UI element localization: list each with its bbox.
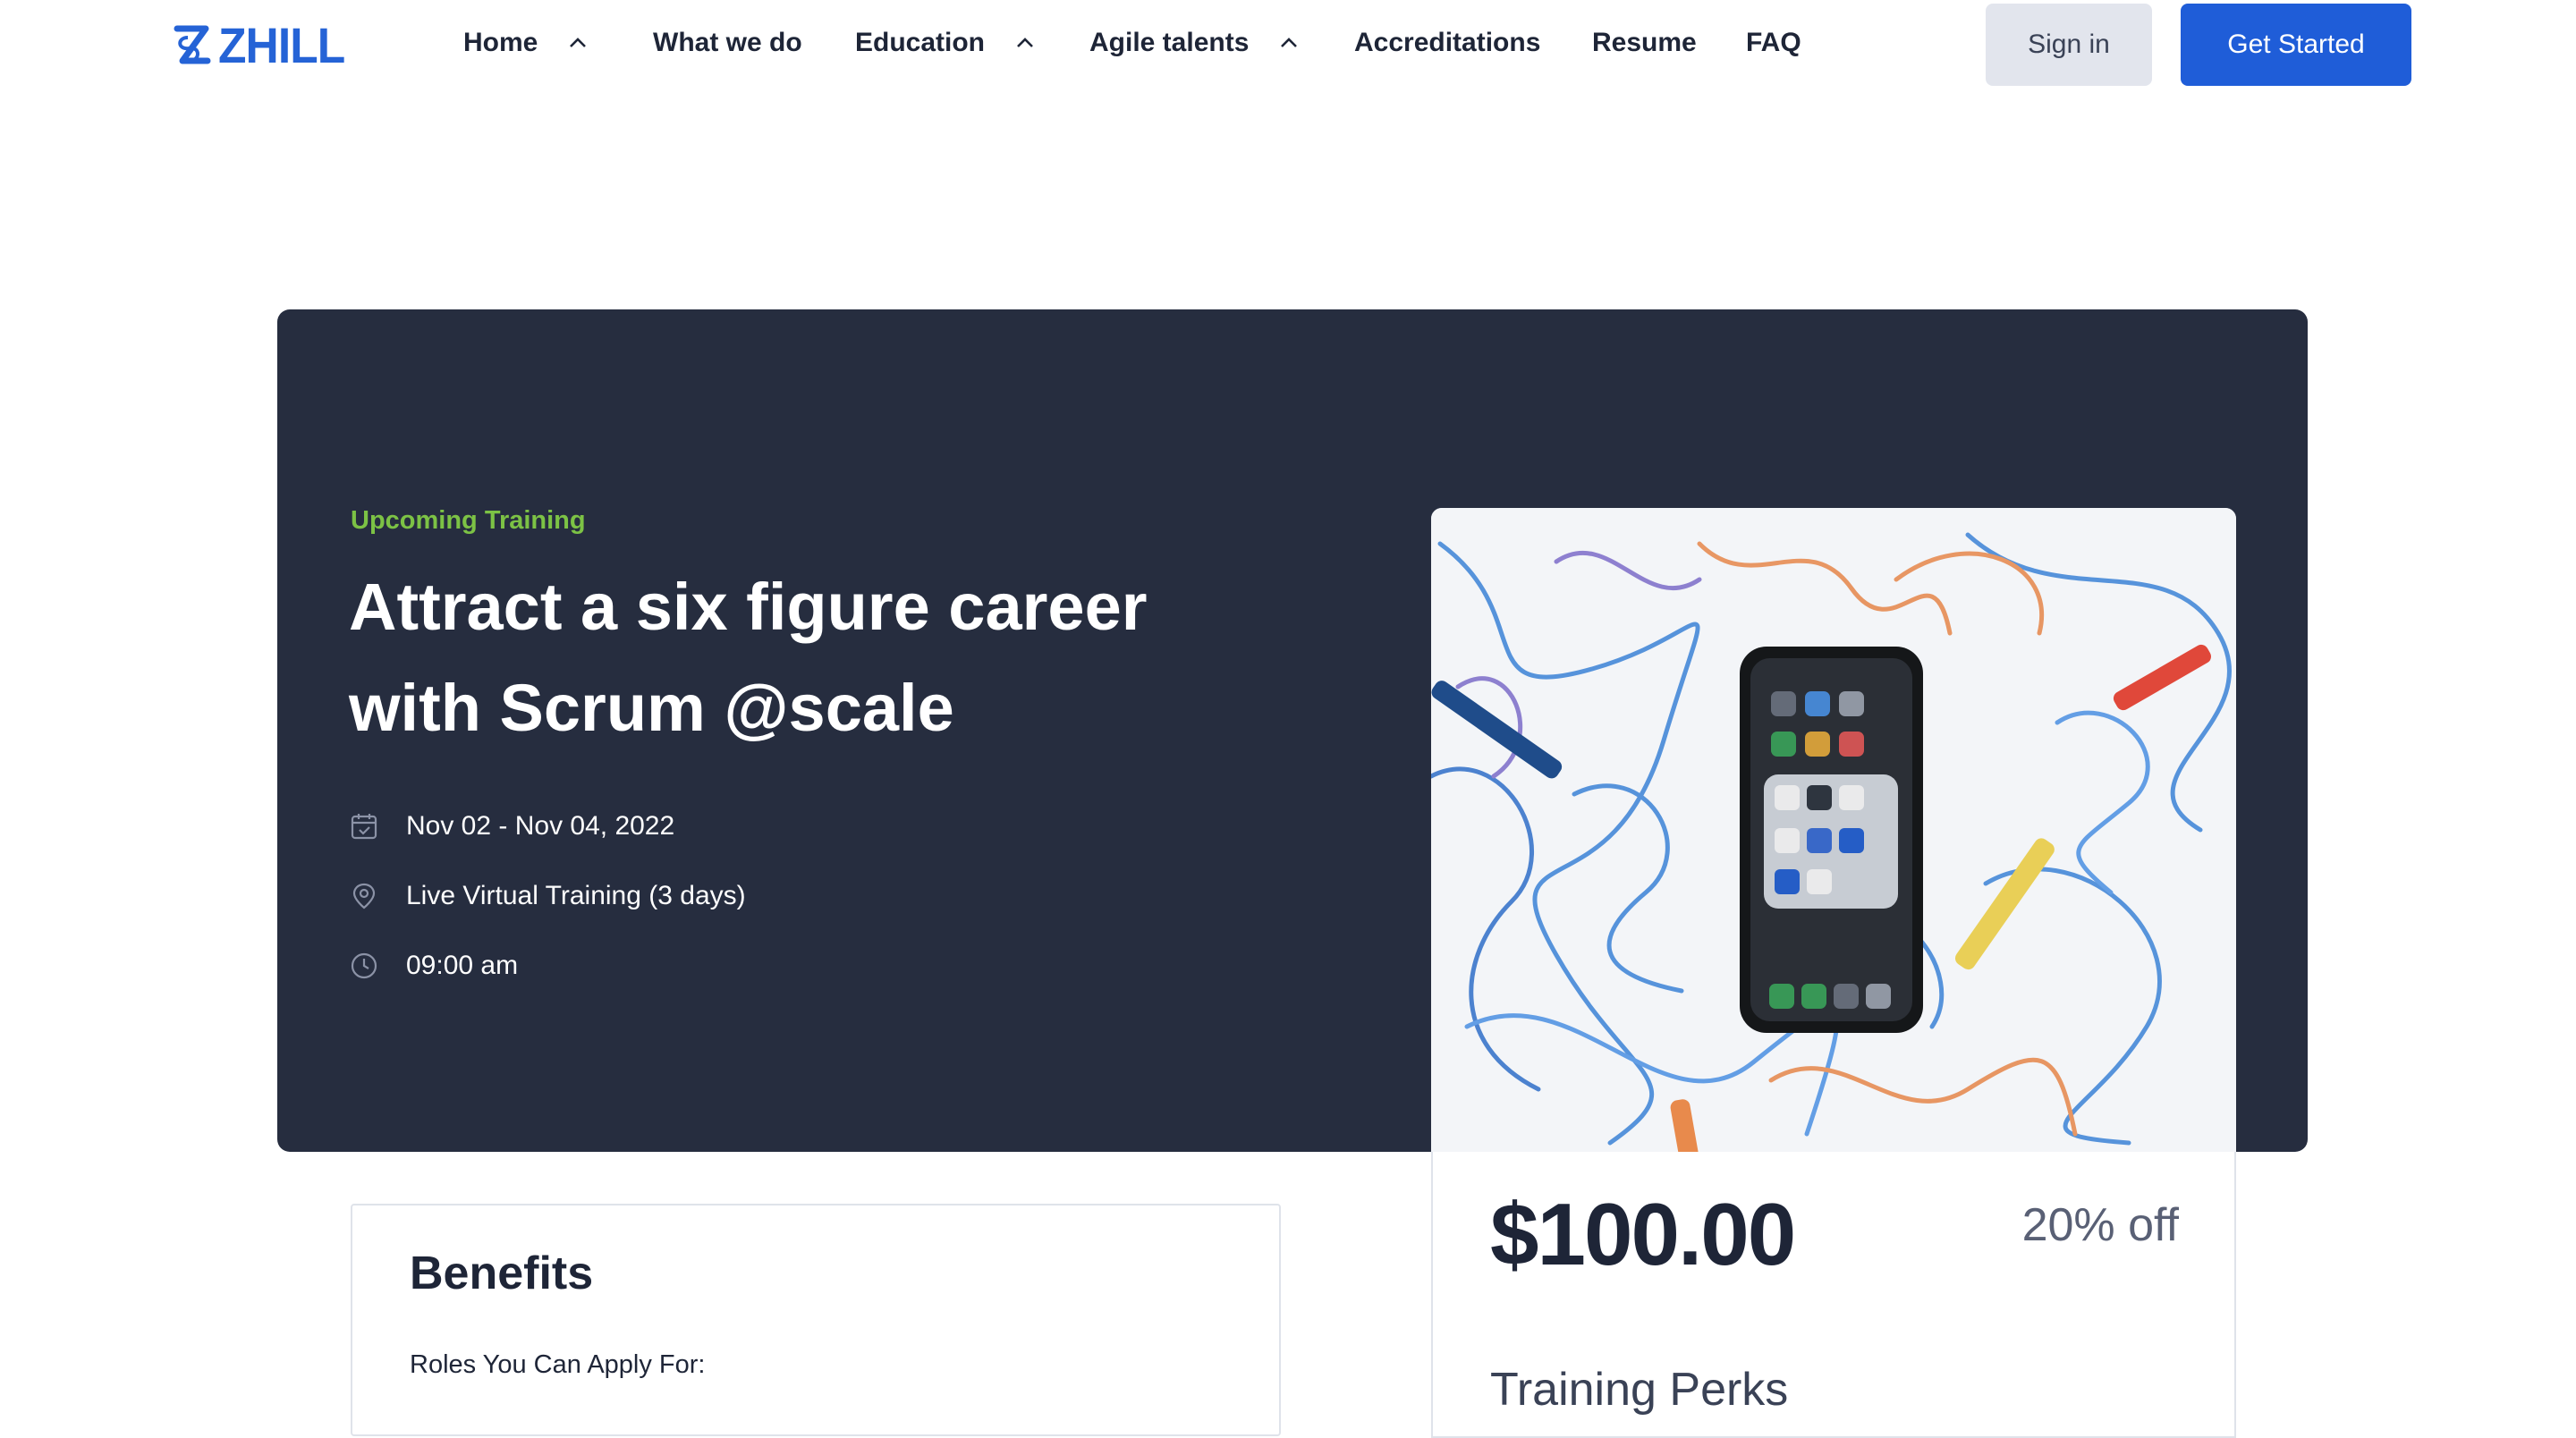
phone-with-crayons-image <box>1431 508 2236 1152</box>
clock-icon <box>351 952 377 979</box>
chevron-up-icon <box>1017 38 1033 47</box>
nav-item-education[interactable]: Education <box>855 25 1035 61</box>
nav-item-label: FAQ <box>1746 28 1801 57</box>
price-value: $100.00 <box>1490 1185 1796 1283</box>
nav-item-label: What we do <box>653 28 802 57</box>
chevron-up-icon <box>570 38 587 47</box>
hero-eyebrow: Upcoming Training <box>351 506 586 535</box>
brand-logo[interactable]: ZHILL <box>170 17 356 73</box>
date-range-text: Nov 02 - Nov 04, 2022 <box>406 811 675 841</box>
roles-heading: Roles You Can Apply For: <box>410 1350 706 1379</box>
title-line: Attract a six figure career <box>349 570 1148 644</box>
brand-name: ZHILL <box>218 16 345 73</box>
title-line: with Scrum @scale <box>349 671 954 745</box>
nav-item-resume[interactable]: Resume <box>1592 25 1697 61</box>
nav-item-what-we-do[interactable]: What we do <box>653 25 802 61</box>
logo-mark-icon <box>174 25 211 64</box>
training-date: Nov 02 - Nov 04, 2022 <box>349 808 674 844</box>
price-card: $100.00 20% off Training Perks <box>1431 1152 2236 1438</box>
get-started-button[interactable]: Get Started <box>2181 4 2411 86</box>
calendar-icon <box>351 814 377 840</box>
page-title: Attract a six figure career with Scrum @… <box>349 556 1225 758</box>
sign-in-button[interactable]: Sign in <box>1986 4 2152 86</box>
nav-item-label: Resume <box>1592 28 1697 57</box>
training-image <box>1431 508 2236 1152</box>
nav-item-label: Accreditations <box>1354 28 1541 57</box>
nav-item-home[interactable]: Home <box>463 25 588 61</box>
benefits-card: Benefits Roles You Can Apply For: <box>351 1204 1281 1436</box>
nav-item-accreditations[interactable]: Accreditations <box>1354 25 1540 61</box>
nav-item-label: Home <box>463 28 538 57</box>
discount-badge: 20% off <box>2021 1199 2179 1251</box>
nav-item-faq[interactable]: FAQ <box>1746 25 1801 61</box>
nav-item-label: Agile talents <box>1089 28 1250 57</box>
top-navigation: ZHILL Home What we do Education Agile ta… <box>0 0 2576 89</box>
location-pin-icon <box>352 883 376 909</box>
chevron-up-icon <box>1281 38 1298 47</box>
format-text: Live Virtual Training (3 days) <box>406 881 746 910</box>
training-perks-heading: Training Perks <box>1490 1364 1789 1416</box>
benefits-heading: Benefits <box>410 1248 594 1299</box>
training-format: Live Virtual Training (3 days) <box>349 878 746 914</box>
nav-item-label: Education <box>855 28 986 57</box>
training-time: 09:00 am <box>349 948 518 984</box>
nav-item-agile-talents[interactable]: Agile talents <box>1089 25 1299 61</box>
time-text: 09:00 am <box>406 951 519 980</box>
